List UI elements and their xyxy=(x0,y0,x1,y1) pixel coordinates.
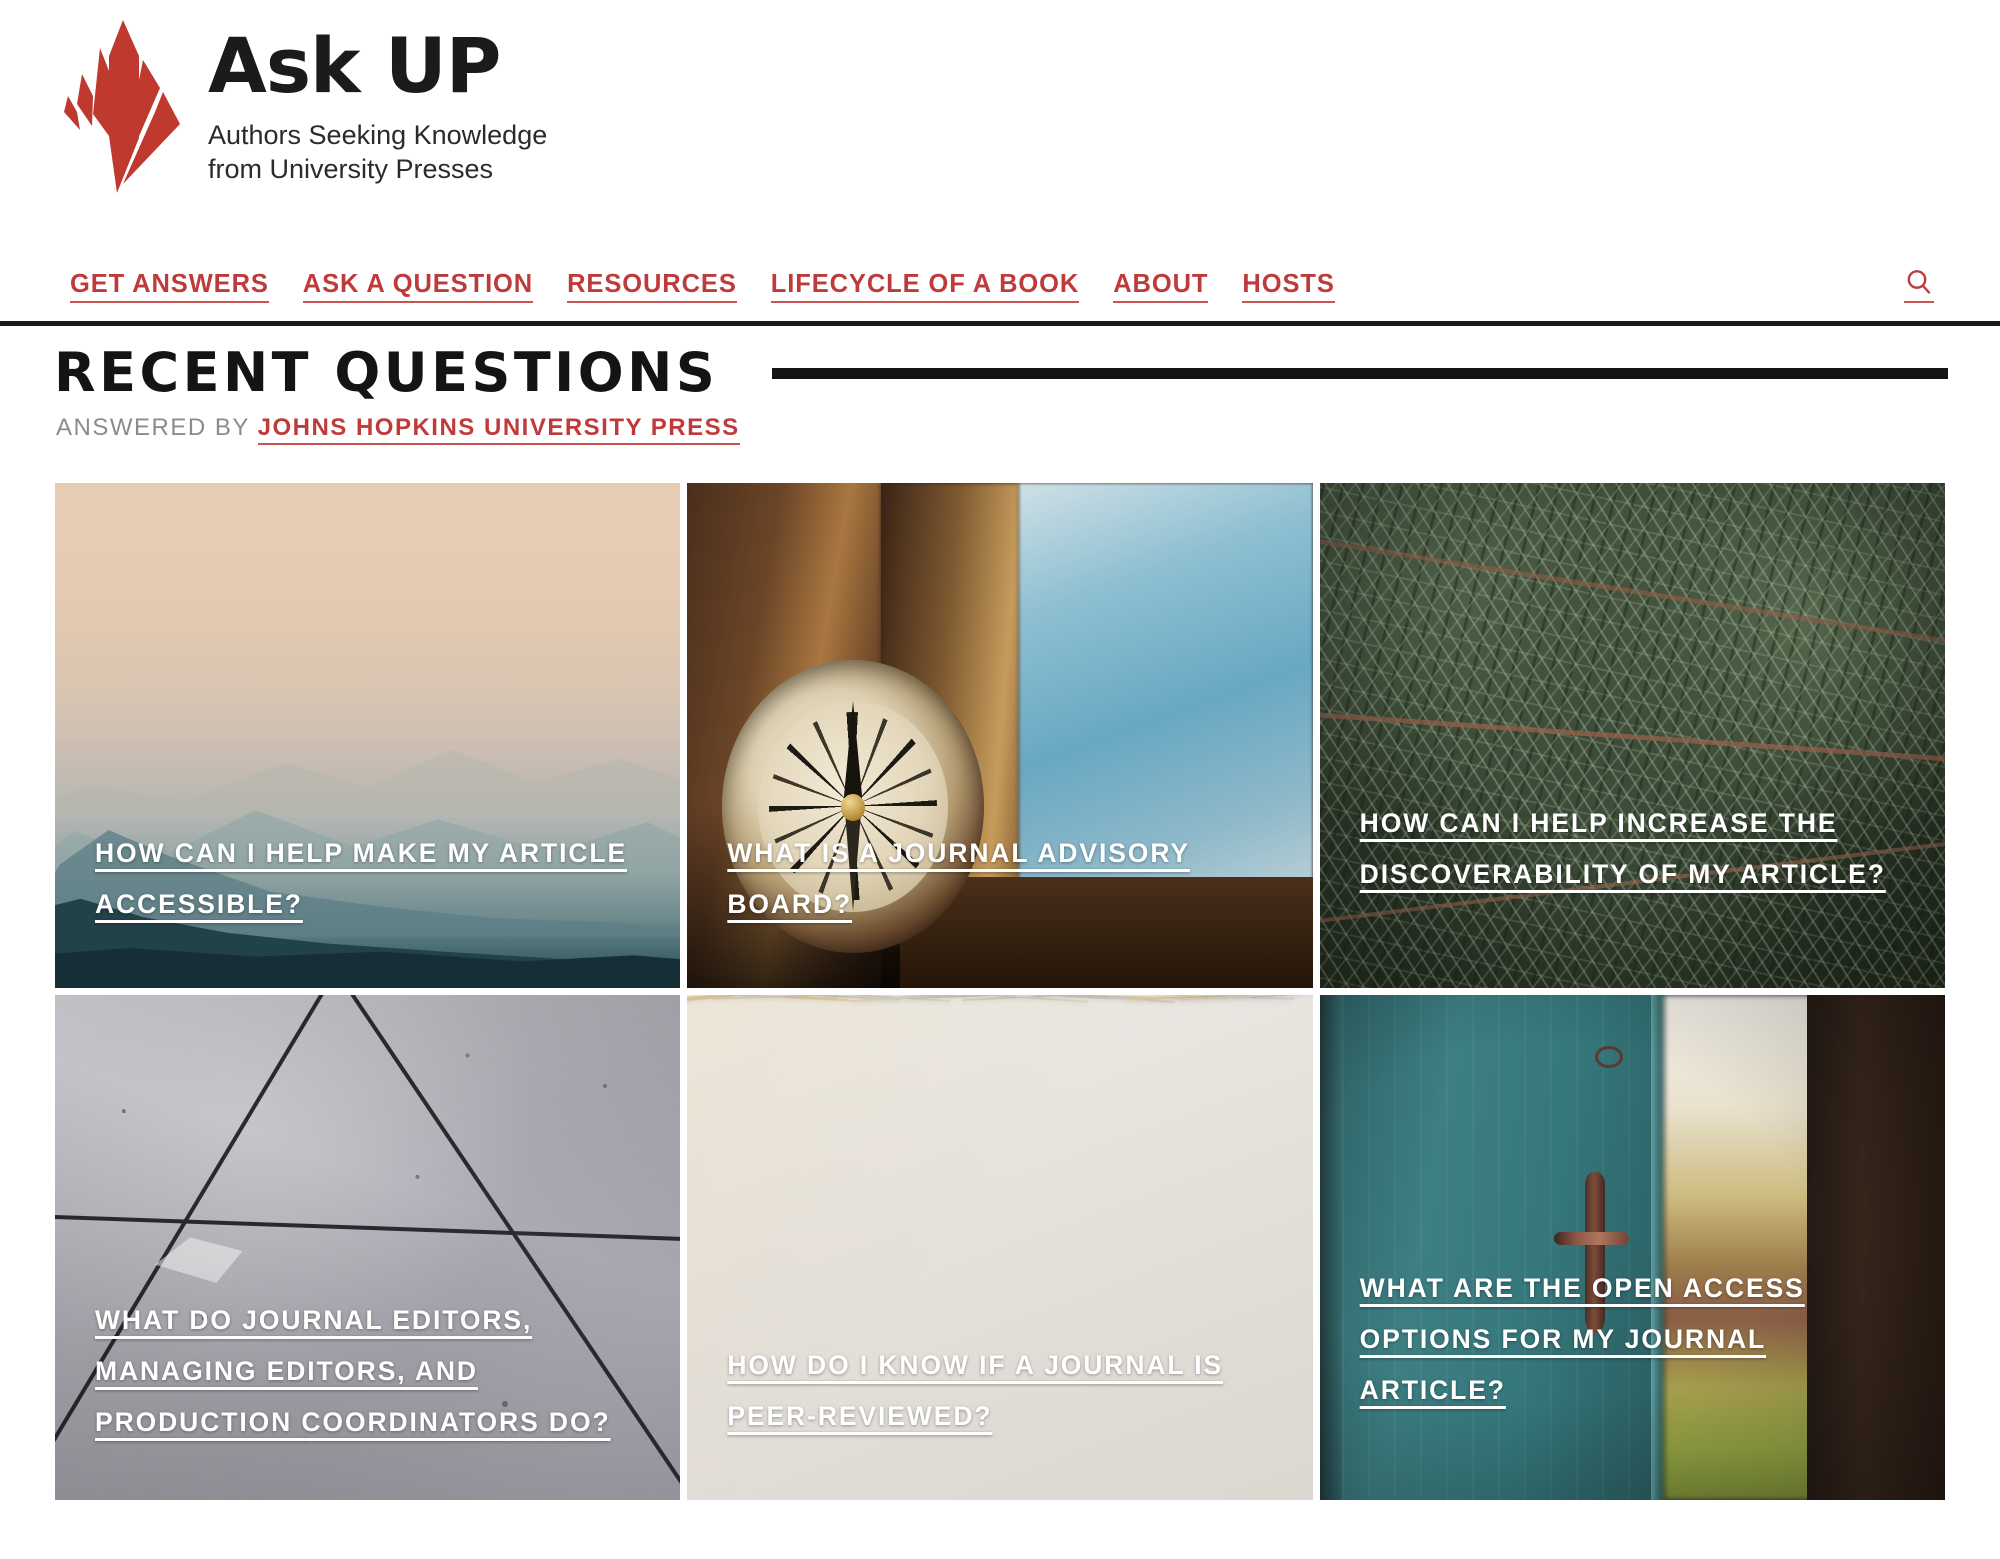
nav-link-about[interactable]: ABOUT xyxy=(1113,269,1209,303)
question-card[interactable]: WHAT DO JOURNAL EDITORS, MANAGING EDITOR… xyxy=(55,995,681,1500)
question-card-title: WHAT DO JOURNAL EDITORS, MANAGING EDITOR… xyxy=(95,1305,611,1438)
page-root: Ask UP Authors Seeking Knowledge from Un… xyxy=(0,0,2000,1559)
nav-item: HOSTS xyxy=(1242,269,1335,303)
card-title-wrap: WHAT ARE THE OPEN ACCESS OPTIONS FOR MY … xyxy=(1360,1263,1911,1416)
question-card[interactable]: HOW CAN I HELP MAKE MY ARTICLE ACCESSIBL… xyxy=(55,483,681,988)
nav-link-ask-a-question[interactable]: ASK A QUESTION xyxy=(302,269,534,303)
question-card[interactable]: WHAT ARE THE OPEN ACCESS OPTIONS FOR MY … xyxy=(1319,995,1945,1500)
page-title: RECENT QUESTIONS xyxy=(54,341,719,404)
site-title: Ask UP xyxy=(208,21,501,110)
card-title-wrap: WHAT IS A JOURNAL ADVISORY BOARD? xyxy=(727,828,1278,930)
nav-link-get-answers[interactable]: GET ANSWERS xyxy=(70,269,269,303)
search-icon[interactable] xyxy=(1904,267,1934,303)
question-card-title: WHAT ARE THE OPEN ACCESS OPTIONS FOR MY … xyxy=(1359,1273,1805,1406)
answered-by-line: ANSWERED BY JOHNS HOPKINS UNIVERSITY PRE… xyxy=(0,400,2000,445)
question-card[interactable]: WHAT IS A JOURNAL ADVISORY BOARD? xyxy=(687,483,1313,988)
section-header: RECENT QUESTIONS xyxy=(0,326,2000,400)
question-card-title: WHAT IS A JOURNAL ADVISORY BOARD? xyxy=(727,838,1190,920)
green-spruce-fir-branches-image xyxy=(1319,483,1945,988)
main-navigation: GET ANSWERS ASK A QUESTION RESOURCES LIF… xyxy=(0,248,2000,326)
nav-link-lifecycle-of-a-book[interactable]: LIFECYCLE OF A BOOK xyxy=(770,269,1080,303)
nav-item: ASK A QUESTION xyxy=(302,269,534,303)
answered-by-label: ANSWERED BY xyxy=(56,414,250,441)
question-card-title: HOW DO I KNOW IF A JOURNAL IS PEER-REVIE… xyxy=(727,1350,1224,1432)
question-card[interactable]: HOW CAN I HELP INCREASE THE DISCOVERABIL… xyxy=(1319,483,1945,988)
nav-item: GET ANSWERS xyxy=(70,269,269,303)
ask-up-fan-logo-icon[interactable] xyxy=(60,18,180,204)
card-title-wrap: HOW CAN I HELP MAKE MY ARTICLE ACCESSIBL… xyxy=(95,828,646,930)
card-title-wrap: HOW DO I KNOW IF A JOURNAL IS PEER-REVIE… xyxy=(727,1340,1278,1442)
question-card-title: HOW CAN I HELP INCREASE THE DISCOVERABIL… xyxy=(1359,808,1886,890)
site-header: Ask UP Authors Seeking Knowledge from Un… xyxy=(0,0,2000,248)
card-title-wrap: HOW CAN I HELP INCREASE THE DISCOVERABIL… xyxy=(1360,798,1911,900)
logo-text-block: Ask UP Authors Seeking Knowledge from Un… xyxy=(208,18,547,186)
nav-list: GET ANSWERS ASK A QUESTION RESOURCES LIF… xyxy=(70,269,1335,303)
card-title-wrap: WHAT DO JOURNAL EDITORS, MANAGING EDITOR… xyxy=(95,1295,646,1448)
title-rule-divider xyxy=(772,367,1948,379)
nav-item: RESOURCES xyxy=(567,269,737,303)
question-card[interactable]: HOW DO I KNOW IF A JOURNAL IS PEER-REVIE… xyxy=(687,995,1313,1500)
question-card-title: HOW CAN I HELP MAKE MY ARTICLE ACCESSIBL… xyxy=(95,838,628,920)
teal-wooden-door-ajar-image xyxy=(1319,995,1945,1500)
press-link[interactable]: JOHNS HOPKINS UNIVERSITY PRESS xyxy=(257,414,740,445)
nav-link-hosts[interactable]: HOSTS xyxy=(1242,269,1335,303)
nav-item: LIFECYCLE OF A BOOK xyxy=(770,269,1080,303)
questions-grid: HOW CAN I HELP MAKE MY ARTICLE ACCESSIBL… xyxy=(55,483,1945,1500)
nav-item: ABOUT xyxy=(1113,269,1209,303)
site-tagline: Authors Seeking Knowledge from Universit… xyxy=(208,120,548,185)
nav-link-resources[interactable]: RESOURCES xyxy=(567,269,737,303)
